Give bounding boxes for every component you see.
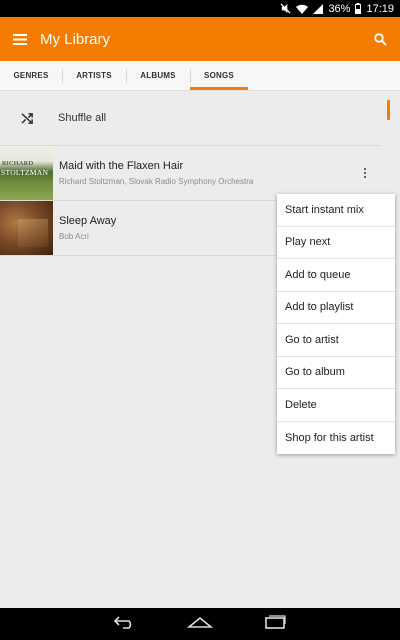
menu-item-add-to-queue[interactable]: Add to queue [277,259,395,292]
scrollbar[interactable] [387,100,390,120]
signal-icon [313,3,324,14]
wifi-icon [296,4,309,14]
search-icon[interactable] [360,17,400,61]
library-tabs: GENRES ARTISTS ALBUMS SONGS [0,61,400,91]
menu-item-add-to-playlist[interactable]: Add to playlist [277,292,395,324]
album-art [0,201,53,255]
tab-albums[interactable]: ALBUMS [126,61,190,90]
tab-albums-label: ALBUMS [140,71,176,80]
battery-level: 36% [328,2,351,15]
shuffle-all-label: Shuffle all [58,112,107,124]
recents-icon[interactable] [263,614,287,634]
app-bar: My Library [0,17,400,61]
menu-item-delete[interactable]: Delete [277,389,395,422]
tab-artists-label: ARTISTS [76,71,112,80]
tab-songs[interactable]: SONGS [190,61,248,90]
album-art-text-top: RICHARD [2,160,34,167]
menu-item-start-instant-mix[interactable]: Start instant mix [277,194,395,227]
context-menu: Start instant mix Play next Add to queue… [277,194,395,454]
navigation-bar [0,608,400,640]
battery-icon [355,3,362,14]
home-icon[interactable] [186,615,214,634]
status-bar: 36% 17:19 [0,0,400,17]
mute-icon [280,3,291,14]
tab-genres[interactable]: GENRES [0,61,62,90]
shuffle-icon [0,112,54,125]
back-icon[interactable] [113,615,137,634]
song-artist: Richard Stoltzman, Slovak Radio Symphony… [59,177,254,186]
menu-icon[interactable] [0,17,40,61]
tab-artists[interactable]: ARTISTS [62,61,126,90]
menu-item-shop-for-artist[interactable]: Shop for this artist [277,422,395,455]
album-art-text-bottom: STOLTZMAN [1,168,49,177]
album-art: RICHARD STOLTZMAN [0,146,53,200]
menu-item-go-to-artist[interactable]: Go to artist [277,324,395,357]
song-row[interactable]: RICHARD STOLTZMAN Maid with the Flaxen H… [0,146,380,200]
menu-item-play-next[interactable]: Play next [277,227,395,259]
shuffle-all-row[interactable]: Shuffle all [0,92,380,144]
tab-songs-label: SONGS [204,71,234,80]
song-title: Maid with the Flaxen Hair [59,160,184,172]
tab-genres-label: GENRES [13,71,49,80]
clock: 17:19 [366,2,394,15]
album-art-shape [18,219,48,247]
overflow-menu-icon[interactable] [350,167,380,179]
menu-item-go-to-album[interactable]: Go to album [277,357,395,389]
page-title: My Library [40,30,111,48]
